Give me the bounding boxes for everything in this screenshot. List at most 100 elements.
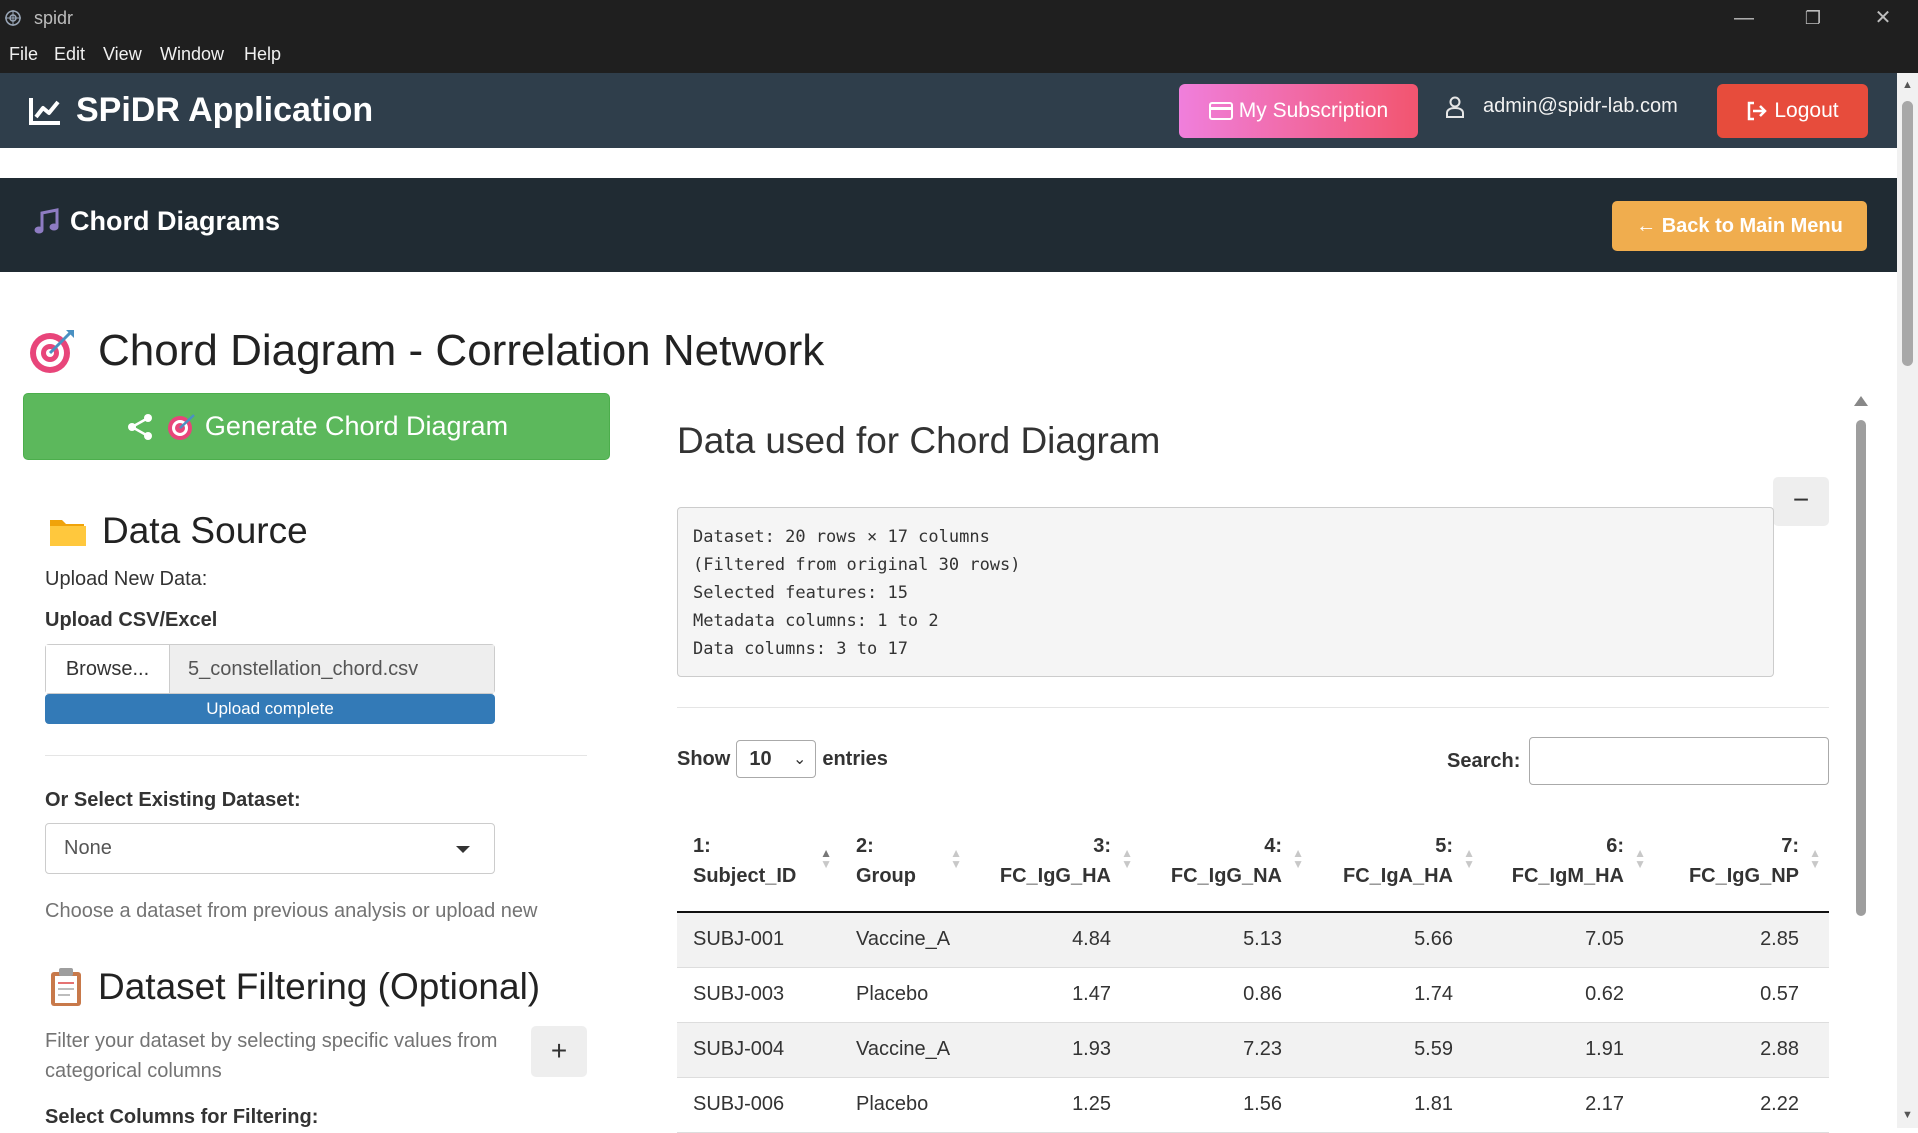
caret-down-icon xyxy=(456,846,470,853)
select-filter-columns-label: Select Columns for Filtering: xyxy=(45,1106,319,1128)
column-header-fc-igg-np[interactable]: 7: FC_IgG_NP ▲ ▼ xyxy=(1654,810,1829,913)
data-table: 1: Subject_ID ▲ ▼ 2: Group ▲ ▼ 3: FC_IgG_H… xyxy=(677,810,1829,1133)
sort-icon: ▲ ▼ xyxy=(950,846,962,871)
existing-dataset-select[interactable]: None xyxy=(45,823,495,874)
entries-length-control: Show 10 ⌄ entries xyxy=(677,740,888,778)
table-header-row: 1: Subject_ID ▲ ▼ 2: Group ▲ ▼ 3: FC_IgG_H… xyxy=(677,810,1829,913)
table-row[interactable]: SUBJ-006 Placebo 1.25 1.56 1.81 2.17 2.2… xyxy=(677,1077,1829,1133)
table-cell: 2.88 xyxy=(1654,1022,1829,1078)
column-header-fc-igm-ha[interactable]: 6: FC_IgM_HA ▲ ▼ xyxy=(1483,810,1654,913)
upload-new-data-label: Upload New Data: xyxy=(45,568,208,590)
sort-icon: ▲ ▼ xyxy=(1809,846,1821,871)
table-cell: 1.81 xyxy=(1312,1077,1483,1133)
my-subscription-button[interactable]: My Subscription xyxy=(1179,84,1418,138)
menu-edit[interactable]: Edit xyxy=(54,44,85,65)
menu-file[interactable]: File xyxy=(9,44,38,65)
panel-scrollbar[interactable] xyxy=(1852,396,1870,1128)
data-source-title-text: Data Source xyxy=(102,510,308,551)
menu-window[interactable]: Window xyxy=(160,44,224,65)
menu-bar: File Edit View Window Help xyxy=(0,36,1918,73)
generate-chord-diagram-button[interactable]: Generate Chord Diagram xyxy=(23,393,610,460)
column-name: FC_IgG_HA xyxy=(999,864,1111,887)
show-label: Show xyxy=(677,747,731,770)
entries-select[interactable]: 10 ⌄ xyxy=(736,740,817,778)
table-cell: Placebo xyxy=(840,967,970,1023)
divider xyxy=(45,755,587,756)
column-number: 5: xyxy=(1435,834,1453,857)
summary-line: Dataset: 20 rows × 17 columns xyxy=(693,527,990,547)
table-cell: 1.47 xyxy=(970,967,1141,1023)
column-header-subject-id[interactable]: 1: Subject_ID ▲ ▼ xyxy=(677,810,840,913)
table-cell: 7.23 xyxy=(1141,1022,1312,1078)
scroll-down-arrow-icon[interactable]: ▼ xyxy=(1902,1109,1913,1121)
file-upload-input[interactable]: Browse... 5_constellation_chord.csv xyxy=(45,644,495,694)
sort-icon: ▲ ▼ xyxy=(1121,846,1133,871)
scroll-up-arrow-icon[interactable] xyxy=(1854,396,1868,406)
my-subscription-label: My Subscription xyxy=(1238,99,1389,122)
sort-icon: ▲ ▼ xyxy=(1634,846,1646,871)
minimize-button[interactable]: — xyxy=(1722,4,1766,32)
expand-filter-button[interactable]: + xyxy=(531,1026,587,1077)
summary-line: Data columns: 3 to 17 xyxy=(693,639,908,659)
chevron-down-icon: ⌄ xyxy=(792,751,807,768)
collapse-panel-button[interactable]: − xyxy=(1773,477,1829,526)
music-note-icon xyxy=(34,207,59,233)
section-header: Chord Diagrams ← Back to Main Menu xyxy=(0,178,1897,272)
column-header-group[interactable]: 2: Group ▲ ▼ xyxy=(840,810,970,913)
existing-dataset-help: Choose a dataset from previous analysis … xyxy=(45,900,538,922)
sort-ascending-icon: ▲ ▼ xyxy=(820,846,832,871)
maximize-button[interactable]: ❐ xyxy=(1791,4,1835,32)
page-scrollbar[interactable]: ▲ ▼ xyxy=(1897,73,1918,1128)
summary-line: Selected features: 15 xyxy=(693,583,908,603)
sign-out-icon xyxy=(1748,101,1768,121)
page-scrollbar-thumb[interactable] xyxy=(1902,101,1913,366)
summary-line: Metadata columns: 1 to 2 xyxy=(693,611,939,631)
column-name: FC_IgG_NA xyxy=(1170,864,1282,887)
menu-help[interactable]: Help xyxy=(244,44,281,65)
user-email: admin@spidr-lab.com xyxy=(1483,95,1678,117)
table-cell: SUBJ-001 xyxy=(677,912,840,968)
menu-view[interactable]: View xyxy=(103,44,142,65)
sort-icon: ▲ ▼ xyxy=(1292,846,1304,871)
table-cell: SUBJ-006 xyxy=(677,1077,840,1133)
column-number: 1: xyxy=(693,834,711,857)
logout-button[interactable]: Logout xyxy=(1717,84,1868,138)
existing-dataset-label: Or Select Existing Dataset: xyxy=(45,789,301,811)
logout-label: Logout xyxy=(1774,99,1839,122)
column-name: FC_IgM_HA xyxy=(1511,864,1624,887)
table-cell: 1.25 xyxy=(970,1077,1141,1133)
entries-label: entries xyxy=(822,747,888,770)
column-number: 2: xyxy=(856,834,874,857)
table-row[interactable]: SUBJ-004 Vaccine_A 1.93 7.23 5.59 1.91 2… xyxy=(677,1022,1829,1078)
section-title-text: Chord Diagrams xyxy=(70,206,281,236)
table-cell: 0.62 xyxy=(1483,967,1654,1023)
table-cell: 0.57 xyxy=(1654,967,1829,1023)
column-name: FC_IgG_NP xyxy=(1688,864,1799,887)
brand[interactable]: SPiDR Application xyxy=(28,91,373,130)
table-cell: SUBJ-004 xyxy=(677,1022,840,1078)
page-title-text: Chord Diagram - Correlation Network xyxy=(98,326,825,375)
dataset-filtering-title-text: Dataset Filtering (Optional) xyxy=(98,966,541,1007)
table-cell: 5.59 xyxy=(1312,1022,1483,1078)
column-header-fc-igg-ha[interactable]: 3: FC_IgG_HA ▲ ▼ xyxy=(970,810,1141,913)
panel-scrollbar-thumb[interactable] xyxy=(1856,420,1866,916)
dataset-summary: Dataset: 20 rows × 17 columns (Filtered … xyxy=(677,507,1774,677)
table-row[interactable]: SUBJ-003 Placebo 1.47 0.86 1.74 0.62 0.5… xyxy=(677,967,1829,1023)
column-number: 3: xyxy=(1093,834,1111,857)
table-row[interactable]: SUBJ-001 Vaccine_A 4.84 5.13 5.66 7.05 2… xyxy=(677,912,1829,968)
target-icon xyxy=(167,413,195,440)
column-header-fc-iga-ha[interactable]: 5: FC_IgA_HA ▲ ▼ xyxy=(1312,810,1483,913)
browse-button[interactable]: Browse... xyxy=(46,645,170,693)
search-input[interactable] xyxy=(1529,737,1829,785)
column-name: Subject_ID xyxy=(693,864,797,887)
credit-card-icon xyxy=(1208,102,1233,120)
table-cell: 4.84 xyxy=(970,912,1141,968)
table-cell: 1.93 xyxy=(970,1022,1141,1078)
back-to-main-menu-button[interactable]: ← Back to Main Menu xyxy=(1612,201,1867,251)
column-header-fc-igg-na[interactable]: 4: FC_IgG_NA ▲ ▼ xyxy=(1141,810,1312,913)
close-button[interactable]: ✕ xyxy=(1861,4,1905,32)
table-cell: SUBJ-003 xyxy=(677,967,840,1023)
generate-chord-diagram-label: Generate Chord Diagram xyxy=(204,411,509,441)
divider xyxy=(677,707,1829,708)
scroll-up-arrow-icon[interactable]: ▲ xyxy=(1902,79,1913,91)
